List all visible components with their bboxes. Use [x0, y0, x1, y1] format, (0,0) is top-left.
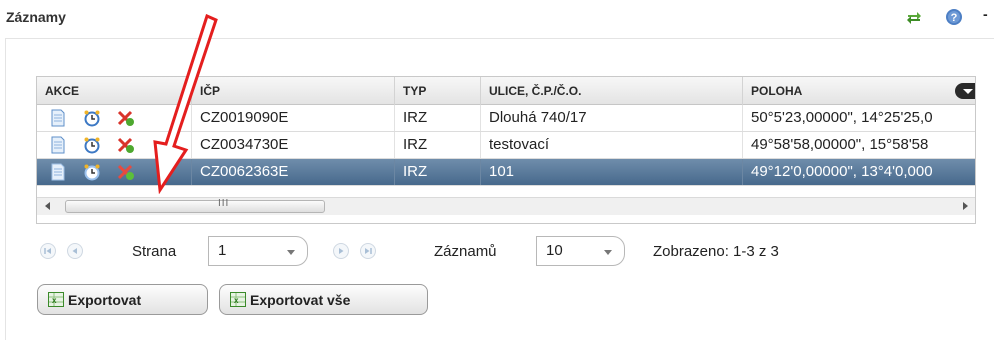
horizontal-scrollbar[interactable]: III — [37, 197, 975, 215]
excel-icon: x — [48, 292, 64, 307]
records-summary: Zobrazeno: 1-3 z 3 — [653, 243, 779, 260]
scrollbar-grip: III — [218, 198, 230, 209]
next-page-icon — [339, 248, 344, 254]
column-menu-dropdown[interactable] — [955, 83, 975, 99]
column-header-ulice[interactable]: ULICE, Č.P./Č.O. — [481, 77, 743, 105]
svg-text:x: x — [234, 296, 239, 305]
previous-page-icon — [72, 248, 77, 254]
cell-typ: IRZ — [395, 132, 481, 158]
records-per-page-select[interactable]: 10 — [536, 236, 625, 266]
chevron-down-icon — [287, 250, 295, 255]
cell-typ: IRZ — [395, 105, 481, 131]
document-icon[interactable] — [49, 136, 67, 154]
alarm-clock-icon[interactable] — [83, 136, 101, 154]
first-page-icon — [44, 248, 51, 254]
last-page-icon — [365, 248, 372, 254]
export-button-label: Exportovat — [68, 291, 142, 308]
records-label: Záznamů — [434, 243, 497, 260]
header-trailing-mark: - — [983, 6, 988, 22]
first-page-button[interactable] — [40, 243, 56, 259]
cell-ulice: testovací — [481, 132, 743, 158]
scrollbar-thumb[interactable]: III — [65, 198, 325, 213]
chevron-down-icon — [604, 250, 612, 255]
cell-poloha: 49°12'0,00000", 13°4'0,000 — [751, 163, 933, 180]
excel-icon: x — [230, 292, 246, 307]
svg-text:?: ? — [951, 12, 958, 24]
column-header-typ[interactable]: TYP — [395, 77, 481, 105]
document-icon[interactable] — [49, 109, 67, 127]
document-icon[interactable] — [49, 163, 67, 181]
export-all-button-label: Exportovat vše — [250, 291, 351, 308]
cell-typ: IRZ — [395, 159, 481, 185]
cancel-icon[interactable] — [117, 109, 135, 127]
cancel-icon[interactable] — [117, 136, 135, 154]
cell-poloha: 49°58'58,00000", 15°58'58 — [751, 136, 929, 153]
page-label: Strana — [132, 243, 177, 260]
alarm-clock-icon[interactable] — [83, 109, 101, 127]
page-title: Záznamy — [6, 9, 66, 25]
cell-ulice: 101 — [481, 159, 743, 185]
column-header-poloha[interactable]: POLOHA — [743, 77, 975, 105]
last-page-button[interactable] — [360, 243, 376, 259]
cancel-icon[interactable] — [117, 163, 135, 181]
scroll-right-arrow[interactable] — [963, 202, 968, 210]
next-page-button[interactable] — [333, 243, 349, 259]
annotation-arrow-icon — [153, 14, 218, 194]
page-select[interactable]: 1 — [208, 236, 308, 266]
page-select-value: 1 — [218, 242, 227, 259]
svg-text:x: x — [52, 296, 57, 305]
cell-ulice: Dlouhá 740/17 — [481, 105, 743, 131]
records-select-value: 10 — [546, 242, 563, 259]
export-all-button[interactable]: x Exportovat vše — [219, 284, 428, 315]
scroll-left-arrow[interactable] — [45, 202, 50, 210]
previous-page-button[interactable] — [67, 243, 83, 259]
cell-poloha: 50°5'23,00000", 14°25'25,0 — [751, 109, 933, 126]
help-icon[interactable]: ? — [944, 7, 964, 27]
export-button[interactable]: x Exportovat — [37, 284, 208, 315]
pager: Strana 1 Záznamů 10 Zobrazeno: 1-3 z 3 — [36, 236, 976, 268]
refresh-icon[interactable] — [904, 7, 924, 27]
alarm-clock-icon[interactable] — [83, 163, 101, 181]
